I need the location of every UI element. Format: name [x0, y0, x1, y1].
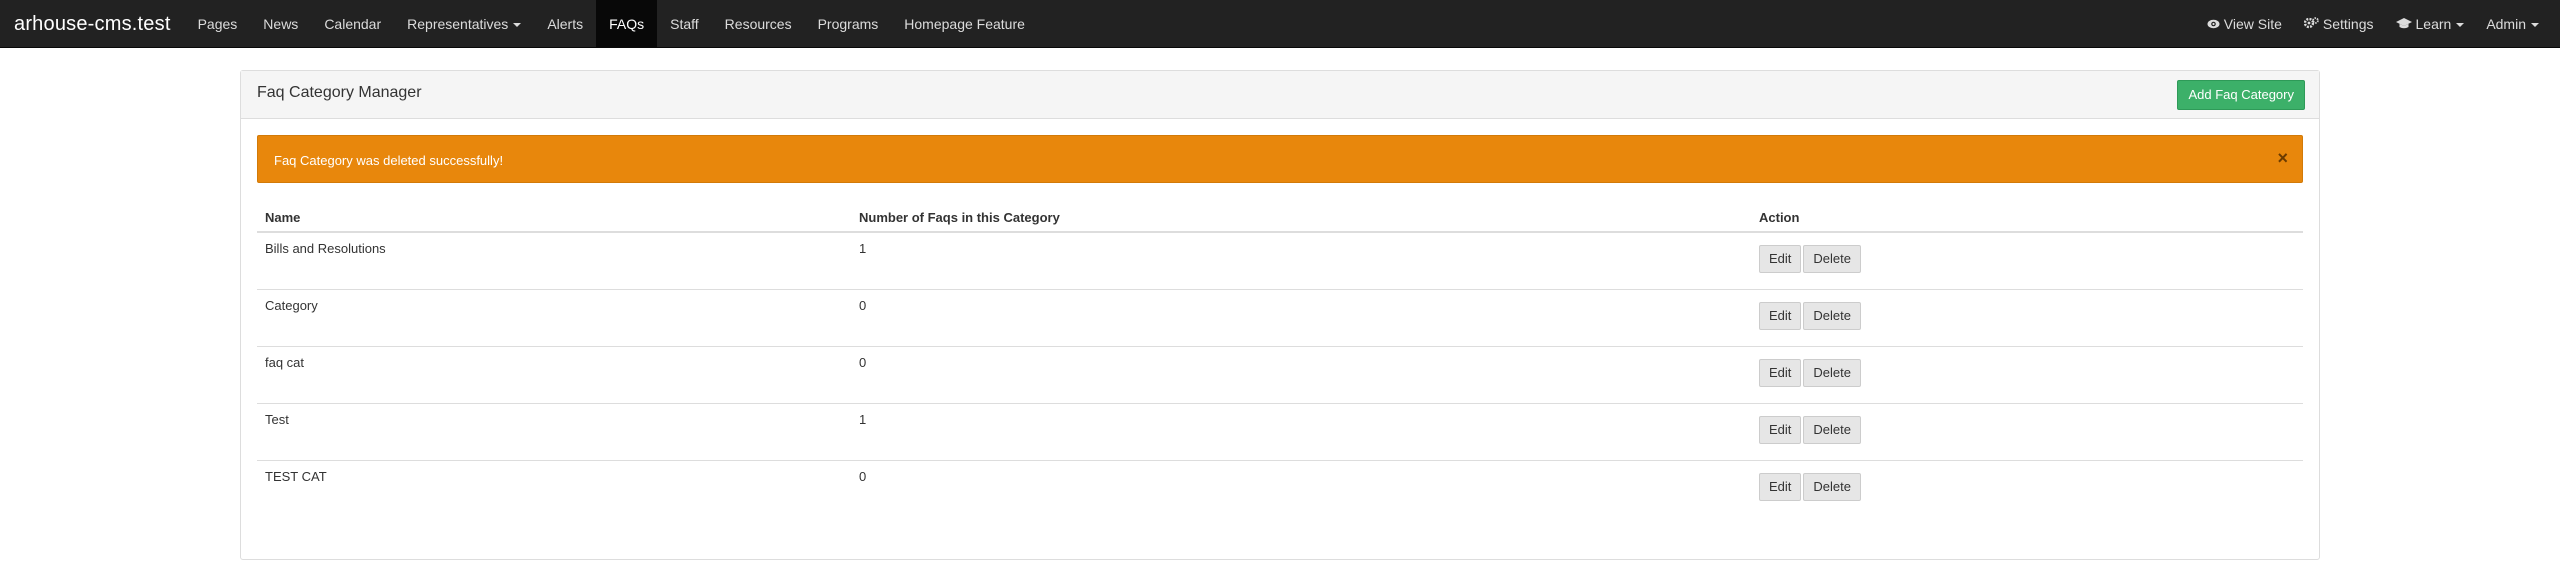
admin-label: Admin — [2486, 16, 2526, 32]
faq-category-table: Name Number of Faqs in this Category Act… — [257, 204, 2303, 517]
delete-button[interactable]: Delete — [1803, 472, 1861, 501]
table-row: Category 0 Edit Delete — [257, 289, 2303, 347]
nav-news[interactable]: News — [250, 0, 311, 48]
nav-resources[interactable]: Resources — [712, 0, 805, 48]
row-actions: Edit Delete — [1751, 346, 2303, 404]
chevron-down-icon — [2531, 23, 2539, 28]
faq-category-panel: Faq Category Manager Add Faq Category Fa… — [240, 70, 2320, 560]
table-row: faq cat 0 Edit Delete — [257, 346, 2303, 404]
right-nav: View Site Settings Learn Admin — [2196, 0, 2550, 48]
category-name: Category — [257, 289, 851, 347]
nav-representatives-label: Representatives — [407, 15, 509, 32]
graduation-cap-icon — [2395, 1, 2412, 49]
nav-learn-dropdown[interactable]: Learn — [2385, 0, 2476, 48]
faq-count: 0 — [859, 468, 867, 484]
eye-icon — [2207, 1, 2220, 49]
faq-count: 1 — [851, 403, 1751, 461]
delete-button[interactable]: Delete — [1803, 301, 1861, 330]
success-alert: Faq Category was deleted successfully! × — [257, 135, 2303, 183]
chevron-down-icon — [513, 22, 522, 27]
faq-count: 0 — [851, 289, 1751, 347]
nav-admin-dropdown[interactable]: Admin — [2475, 0, 2550, 48]
row-actions: Edit Delete — [1751, 289, 2303, 347]
table-header-row: Name Number of Faqs in this Category Act… — [257, 204, 2303, 233]
category-name: TEST CAT — [265, 468, 327, 484]
nav-homepage-feature[interactable]: Homepage Feature — [891, 0, 1038, 48]
faq-count: 0 — [851, 346, 1751, 404]
edit-button[interactable]: Edit — [1759, 358, 1802, 387]
page-title: Faq Category Manager — [257, 84, 422, 101]
category-name: Bills and Resolutions — [257, 232, 851, 290]
column-header-action: Action — [1751, 204, 2303, 233]
edit-button[interactable]: Edit — [1759, 301, 1802, 330]
view-site-label: View Site — [2223, 16, 2282, 32]
edit-button[interactable]: Edit — [1759, 472, 1802, 501]
nav-view-site[interactable]: View Site — [2196, 0, 2293, 48]
nav-alerts[interactable]: Alerts — [534, 0, 596, 48]
row-actions: Edit Delete — [1751, 403, 2303, 461]
table-row: Bills and Resolutions 1 Edit Delete — [257, 232, 2303, 290]
nav-pages[interactable]: Pages — [185, 0, 251, 48]
faq-count: 1 — [851, 232, 1751, 290]
nav-representatives-dropdown[interactable]: Representatives — [394, 0, 534, 48]
nav-faqs[interactable]: FAQs — [596, 0, 658, 48]
table-row: Test 1 Edit Delete — [257, 403, 2303, 461]
row-actions: Edit Delete — [1751, 460, 2303, 517]
panel-heading: Faq Category Manager Add Faq Category — [241, 71, 2319, 119]
nav-staff[interactable]: Staff — [657, 0, 712, 48]
brand-link[interactable]: arhouse-cms.test — [0, 0, 185, 48]
category-name: Test — [257, 403, 851, 461]
column-header-count: Number of Faqs in this Category — [851, 204, 1751, 233]
chevron-down-icon — [2456, 23, 2465, 28]
close-icon[interactable]: × — [2277, 148, 2288, 168]
delete-button[interactable]: Delete — [1803, 415, 1861, 444]
category-name: faq cat — [257, 346, 851, 404]
nav-settings[interactable]: Settings — [2293, 0, 2385, 48]
table-row: TEST CAT 0 Edit Delete — [257, 460, 2303, 517]
alert-message: Faq Category was deleted successfully! — [274, 153, 504, 168]
delete-button[interactable]: Delete — [1803, 245, 1861, 273]
row-actions: Edit Delete — [1751, 232, 2303, 290]
learn-label: Learn — [2415, 16, 2452, 32]
edit-button[interactable]: Edit — [1759, 245, 1802, 273]
top-navbar: arhouse-cms.test Pages News Calendar Rep… — [0, 0, 2560, 48]
column-header-name: Name — [257, 204, 851, 233]
gears-icon — [2303, 1, 2319, 49]
main-nav: Pages News Calendar Representatives Aler… — [185, 0, 1038, 48]
nav-calendar[interactable]: Calendar — [311, 0, 394, 48]
nav-programs[interactable]: Programs — [805, 0, 892, 48]
settings-label: Settings — [2322, 16, 2374, 32]
add-faq-category-button[interactable]: Add Faq Category — [2177, 80, 2305, 110]
edit-button[interactable]: Edit — [1759, 415, 1802, 444]
delete-button[interactable]: Delete — [1803, 358, 1861, 387]
